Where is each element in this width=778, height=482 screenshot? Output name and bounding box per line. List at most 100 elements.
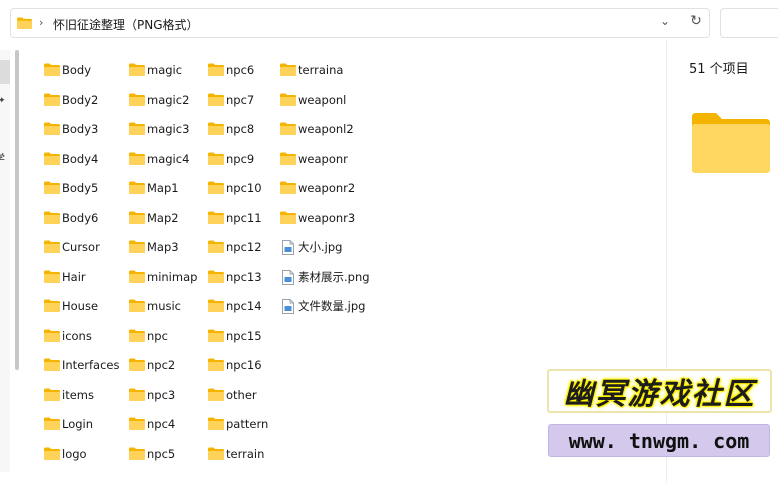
item-label: npc10: [226, 181, 262, 195]
folder-item[interactable]: npc12: [208, 237, 262, 257]
vertical-scrollbar[interactable]: [15, 50, 19, 370]
folder-item[interactable]: npc11: [208, 208, 262, 228]
folder-icon: [129, 358, 145, 372]
folder-item[interactable]: weaponl: [280, 90, 346, 110]
item-label: npc8: [226, 122, 255, 136]
item-label: other: [226, 387, 257, 402]
folder-item[interactable]: npc: [129, 326, 168, 346]
folder-icon: [280, 181, 296, 195]
folder-item[interactable]: House: [44, 296, 98, 316]
item-label: minimap: [147, 269, 198, 284]
folder-item[interactable]: npc3: [129, 385, 175, 405]
folder-item[interactable]: npc15: [208, 326, 262, 346]
item-label: magic: [147, 63, 183, 77]
address-bar[interactable]: › 怀旧征途整理（PNG格式） ⌄ ↻: [10, 8, 710, 38]
folder-icon: [129, 270, 145, 284]
image-file-icon: [280, 299, 296, 314]
folder-item[interactable]: logo: [44, 444, 87, 464]
item-label: weaponl: [298, 92, 347, 107]
folder-item[interactable]: other: [208, 385, 257, 405]
folder-item[interactable]: minimap: [129, 267, 197, 287]
folder-item[interactable]: weaponl2: [280, 119, 354, 139]
folder-item[interactable]: npc6: [208, 60, 254, 80]
folder-item[interactable]: weaponr2: [280, 178, 355, 198]
watermark-url: www. tnwgm. com: [548, 424, 770, 457]
folder-item[interactable]: items: [44, 385, 94, 405]
folder-icon: [44, 329, 60, 343]
folder-icon: [208, 211, 224, 225]
folder-item[interactable]: npc14: [208, 296, 262, 316]
folder-item[interactable]: magic3: [129, 119, 189, 139]
item-label: logo: [62, 446, 87, 461]
folder-icon: [208, 93, 224, 107]
item-label: 文件数量.jpg: [298, 299, 366, 313]
folder-item[interactable]: npc2: [129, 355, 175, 375]
folder-item[interactable]: magic4: [129, 149, 189, 169]
folder-item[interactable]: icons: [44, 326, 92, 346]
folder-item[interactable]: terrain: [208, 444, 264, 464]
breadcrumb-chevron-icon[interactable]: ›: [39, 16, 43, 29]
navigation-pane[interactable]: [0, 50, 10, 472]
folder-item[interactable]: music: [129, 296, 181, 316]
folder-item[interactable]: Map1: [129, 178, 179, 198]
folder-item[interactable]: Body5: [44, 178, 98, 198]
folder-item[interactable]: pattern: [208, 414, 268, 434]
folder-icon: [44, 358, 60, 372]
item-label: Body6: [62, 210, 99, 225]
address-dropdown-icon[interactable]: ⌄: [658, 14, 672, 32]
folder-icon: [280, 211, 296, 225]
folder-item[interactable]: Map2: [129, 208, 179, 228]
folder-item[interactable]: npc8: [208, 119, 254, 139]
watermark-title-text: 幽冥游戏社区: [563, 377, 756, 412]
item-label: npc11: [226, 210, 262, 225]
folder-item[interactable]: npc10: [208, 178, 262, 198]
folder-item[interactable]: npc16: [208, 355, 262, 375]
folder-item[interactable]: npc9: [208, 149, 254, 169]
folder-icon: [280, 152, 296, 166]
pin-icon[interactable]: ✦: [0, 96, 6, 106]
folder-item[interactable]: magic2: [129, 90, 189, 110]
folder-icon: [44, 181, 60, 195]
file-item[interactable]: 文件数量.jpg: [280, 296, 365, 316]
refresh-icon[interactable]: ↻: [688, 13, 704, 33]
folder-item[interactable]: Map3: [129, 237, 179, 257]
folder-item[interactable]: Body6: [44, 208, 98, 228]
folder-icon: [208, 358, 224, 372]
watermark-url-text: www. tnwgm. com: [568, 428, 750, 453]
folder-icon: [44, 447, 60, 461]
item-label: 素材展示.png: [298, 269, 370, 284]
folder-item[interactable]: terraina: [280, 60, 343, 80]
folder-icon: [44, 63, 60, 77]
image-file-icon: [280, 240, 296, 255]
file-item[interactable]: 素材展示.png: [280, 267, 370, 287]
folder-item[interactable]: npc13: [208, 267, 262, 287]
folder-item[interactable]: Hair: [44, 267, 86, 287]
folder-icon: [280, 122, 296, 136]
nav-selected-item[interactable]: [0, 60, 10, 84]
folder-icon: [44, 93, 60, 107]
folder-item[interactable]: Body: [44, 60, 91, 80]
folder-item[interactable]: weaponr3: [280, 208, 355, 228]
folder-item[interactable]: npc4: [129, 414, 175, 434]
folder-item[interactable]: Body3: [44, 119, 98, 139]
item-label: npc6: [226, 63, 255, 77]
folder-item[interactable]: Body2: [44, 90, 98, 110]
item-label: Body2: [62, 92, 99, 107]
search-input[interactable]: [720, 8, 778, 38]
folder-item[interactable]: Body4: [44, 149, 98, 169]
folder-item[interactable]: weaponr: [280, 149, 348, 169]
folder-item[interactable]: magic: [129, 60, 182, 80]
folder-icon: [208, 122, 224, 136]
file-item[interactable]: 大小.jpg: [280, 237, 342, 257]
folder-icon: [44, 240, 60, 254]
folder-item[interactable]: Interfaces: [44, 355, 119, 375]
folder-item[interactable]: npc7: [208, 90, 254, 110]
item-label: Map1: [147, 181, 179, 195]
breadcrumb-path[interactable]: 怀旧征途整理（PNG格式）: [53, 16, 199, 33]
item-label: npc9: [226, 151, 255, 166]
folder-item[interactable]: Cursor: [44, 237, 100, 257]
folder-icon: [129, 93, 145, 107]
folder-item[interactable]: npc5: [129, 444, 175, 464]
folder-item[interactable]: Login: [44, 414, 93, 434]
item-label: Login: [62, 417, 94, 431]
